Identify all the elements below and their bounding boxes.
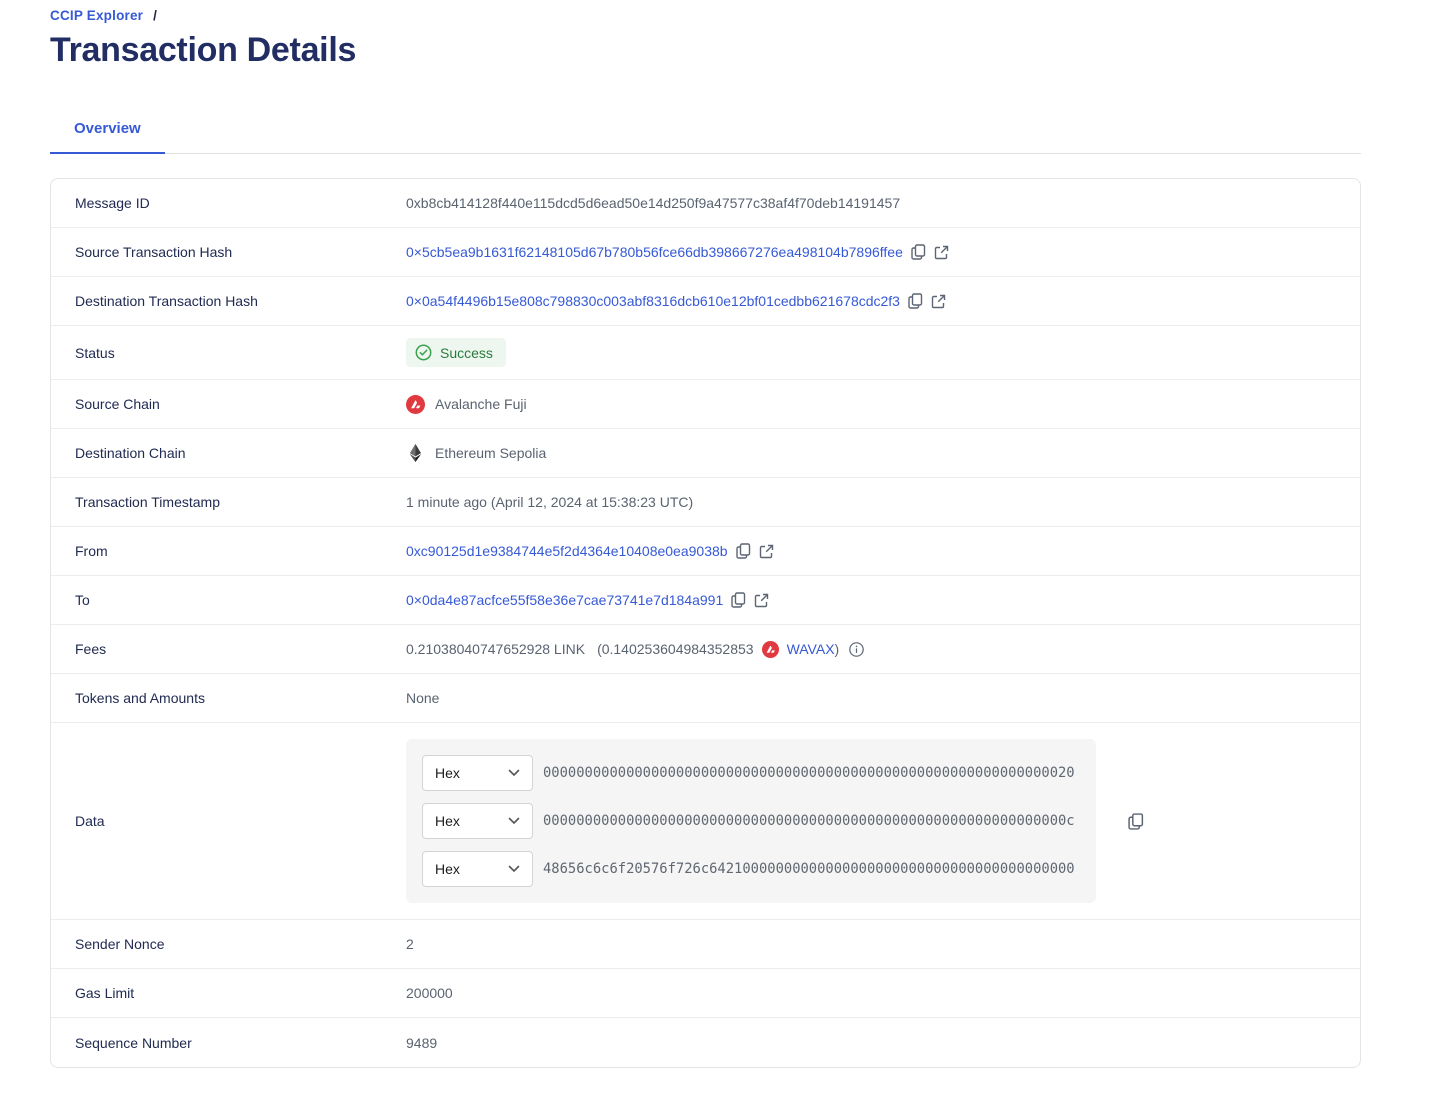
row-timestamp: Transaction Timestamp 1 minute ago (Apri…: [51, 478, 1360, 527]
sequence-number-label: Sequence Number: [75, 1035, 406, 1051]
breadcrumb-link-ccip-explorer[interactable]: CCIP Explorer: [50, 8, 143, 23]
row-dest-tx-hash: Destination Transaction Hash 0×0a54f4496…: [51, 277, 1360, 326]
timestamp-value: 1 minute ago (April 12, 2024 at 15:38:23…: [406, 494, 693, 510]
data-line: Hex 000000000000000000000000000000000000…: [422, 755, 1080, 791]
row-sequence-number: Sequence Number 9489: [51, 1018, 1360, 1067]
row-fees: Fees 0.21038040747652928 LINK (0.1402536…: [51, 625, 1360, 674]
chevron-down-icon: [508, 817, 520, 825]
status-label: Status: [75, 345, 406, 361]
row-tokens-and-amounts: Tokens and Amounts None: [51, 674, 1360, 723]
row-to: To 0×0da4e87acfce55f58e36e7cae73741e7d18…: [51, 576, 1360, 625]
data-hex-line-1: 0000000000000000000000000000000000000000…: [543, 765, 1075, 781]
source-tx-hash-label: Source Transaction Hash: [75, 244, 406, 260]
breadcrumb-separator: /: [153, 8, 157, 23]
fees-label: Fees: [75, 641, 406, 657]
external-link-icon[interactable]: [931, 294, 946, 309]
fees-native-amount: (0.140253604984352853: [597, 641, 754, 657]
source-chain-label: Source Chain: [75, 396, 406, 412]
copy-icon[interactable]: [1128, 813, 1144, 830]
tokens-and-amounts-value: None: [406, 690, 439, 706]
row-gas-limit: Gas Limit 200000: [51, 969, 1360, 1018]
row-sender-nonce: Sender Nonce 2: [51, 920, 1360, 969]
row-message-id: Message ID 0xb8cb414128f440e115dcd5d6ead…: [51, 179, 1360, 228]
breadcrumb: CCIP Explorer /: [50, 8, 1361, 23]
check-circle-icon: [415, 344, 432, 361]
gas-limit-label: Gas Limit: [75, 985, 406, 1001]
sequence-number-value: 9489: [406, 1035, 437, 1051]
row-dest-chain: Destination Chain Ethereum Sepolia: [51, 429, 1360, 478]
gas-limit-value: 200000: [406, 985, 453, 1001]
source-tx-hash-link[interactable]: 0×5cb5ea9b1631f62148105d67b780b56fce66db…: [406, 244, 903, 260]
hex-format-select-value: Hex: [435, 861, 460, 877]
chevron-down-icon: [508, 769, 520, 777]
from-address-link[interactable]: 0xc90125d1e9384744e5f2d4364e10408e0ea903…: [406, 543, 728, 559]
dest-tx-hash-link[interactable]: 0×0a54f4496b15e808c798830c003abf8316dcb6…: [406, 293, 900, 309]
row-from: From 0xc90125d1e9384744e5f2d4364e10408e0…: [51, 527, 1360, 576]
external-link-icon[interactable]: [934, 245, 949, 260]
data-hex-line-2: 0000000000000000000000000000000000000000…: [543, 813, 1075, 829]
avalanche-icon: [406, 395, 425, 414]
details-card: Message ID 0xb8cb414128f440e115dcd5d6ead…: [50, 178, 1361, 1068]
tab-overview[interactable]: Overview: [50, 110, 165, 154]
fees-close-paren: ): [835, 641, 840, 657]
sender-nonce-label: Sender Nonce: [75, 936, 406, 952]
dest-chain-value: Ethereum Sepolia: [435, 445, 546, 461]
copy-icon[interactable]: [908, 293, 923, 309]
timestamp-label: Transaction Timestamp: [75, 494, 406, 510]
status-badge-text: Success: [440, 345, 493, 361]
page-title: Transaction Details: [50, 31, 1361, 70]
hex-format-select-value: Hex: [435, 813, 460, 829]
external-link-icon[interactable]: [759, 544, 774, 559]
dest-chain-label: Destination Chain: [75, 445, 406, 461]
info-icon[interactable]: [849, 642, 864, 657]
hex-format-select-value: Hex: [435, 765, 460, 781]
data-line: Hex 48656c6c6f20576f726c6421000000000000…: [422, 851, 1080, 887]
row-source-chain: Source Chain Avalanche Fuji: [51, 380, 1360, 429]
to-label: To: [75, 592, 406, 608]
data-hex-line-3: 48656c6c6f20576f726c64210000000000000000…: [543, 861, 1075, 877]
hex-format-select[interactable]: Hex: [422, 851, 533, 887]
ethereum-icon: [406, 444, 425, 462]
copy-icon[interactable]: [736, 543, 751, 559]
fees-token-link[interactable]: WAVAX: [787, 641, 835, 657]
copy-icon[interactable]: [911, 244, 926, 260]
status-badge: Success: [406, 338, 506, 367]
hex-format-select[interactable]: Hex: [422, 803, 533, 839]
sender-nonce-value: 2: [406, 936, 414, 952]
source-chain-value: Avalanche Fuji: [435, 396, 527, 412]
copy-icon[interactable]: [731, 592, 746, 608]
tab-bar: Overview: [50, 110, 1361, 154]
fees-link-amount: 0.21038040747652928 LINK: [406, 641, 585, 657]
data-line: Hex 000000000000000000000000000000000000…: [422, 803, 1080, 839]
data-hex-box: Hex 000000000000000000000000000000000000…: [406, 739, 1096, 903]
hex-format-select[interactable]: Hex: [422, 755, 533, 791]
row-data: Data Hex 0000000000000000000000000000000…: [51, 723, 1360, 920]
external-link-icon[interactable]: [754, 593, 769, 608]
row-source-tx-hash: Source Transaction Hash 0×5cb5ea9b1631f6…: [51, 228, 1360, 277]
message-id-value: 0xb8cb414128f440e115dcd5d6ead50e14d250f9…: [406, 195, 900, 211]
chevron-down-icon: [508, 865, 520, 873]
message-id-label: Message ID: [75, 195, 406, 211]
dest-tx-hash-label: Destination Transaction Hash: [75, 293, 406, 309]
tokens-and-amounts-label: Tokens and Amounts: [75, 690, 406, 706]
from-label: From: [75, 543, 406, 559]
row-status: Status Success: [51, 326, 1360, 380]
transaction-details-page: CCIP Explorer / Transaction Details Over…: [0, 0, 1361, 1068]
to-address-link[interactable]: 0×0da4e87acfce55f58e36e7cae73741e7d184a9…: [406, 592, 723, 608]
data-label: Data: [75, 813, 406, 829]
avalanche-icon: [762, 641, 779, 658]
